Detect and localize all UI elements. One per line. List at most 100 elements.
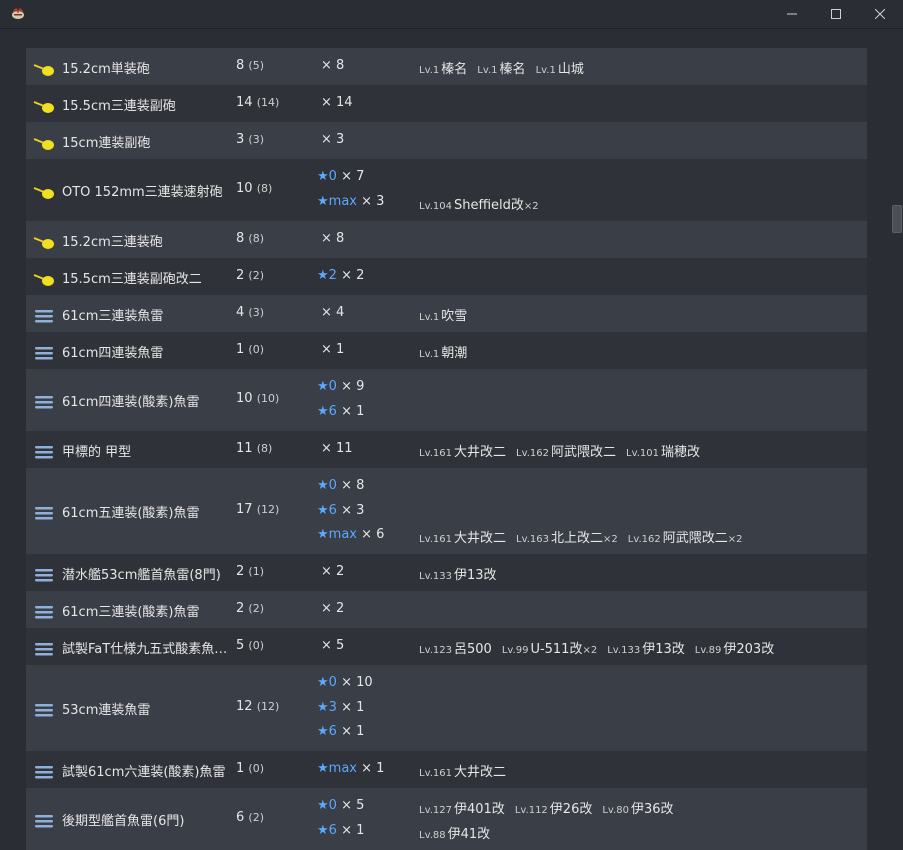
equipment-name: 15cm連装副砲: [62, 135, 151, 151]
ship-entry: Lv.161 大井改二: [419, 441, 506, 460]
ship-name: 朝潮: [441, 345, 468, 361]
ship-level: Lv.1: [477, 64, 498, 76]
ship-entry: Lv.123 呂500: [419, 638, 492, 657]
ship-name: Sheffield改: [453, 198, 524, 213]
vertical-scrollbar[interactable]: [889, 29, 903, 836]
ship-level: Lv.80: [602, 805, 629, 817]
improvement-level: ★0 × 9: [317, 379, 365, 395]
equipment-row[interactable]: 試製FaT仕様九五式酸素魚… 5 (0) × 5 Lv.123 呂500 Lv.99 U-5…: [26, 628, 867, 665]
improvement-level: × 4: [321, 305, 345, 321]
ship-name: 伊13改: [642, 641, 685, 657]
equipment-count: 8 (8): [236, 230, 264, 246]
equipment-row[interactable]: OTO 152mm三連装速射砲 10 (8) ★0 × 7 ★max × 3 Lv.10…: [26, 159, 867, 221]
improvement-level: ★3 × 1: [317, 699, 365, 715]
star-level: ★0: [317, 379, 337, 395]
gun-yellow-icon: [32, 234, 56, 250]
equipment-row[interactable]: 後期型艦首魚雷(6門) 6 (2) ★0 × 5 ★6 × 1 Lv.127 伊401改 L…: [26, 788, 867, 850]
equipment-row[interactable]: 潜水艦53cm艦首魚雷(8門) 2 (1) × 2 Lv.133 伊13改: [26, 554, 867, 591]
equipment-row[interactable]: 試製61cm六連装(酸素)魚雷 1 (0) ★max × 1 Lv.161 大井改二: [26, 751, 867, 788]
ship-level: Lv.162: [627, 534, 661, 546]
held-count: (12): [256, 700, 280, 713]
equipment-count: 17 (12): [236, 502, 280, 517]
equipment-row[interactable]: 15.5cm三連装副砲改二 2 (2) ★2 × 2: [26, 258, 867, 295]
equipment-count: 2 (2): [236, 267, 264, 283]
ship-multiplier: ×2: [603, 534, 618, 546]
equipment-count: 12 (12): [236, 699, 280, 714]
improvement-level: × 11: [321, 441, 353, 457]
ship-entry: Lv.161 大井改二: [419, 527, 506, 546]
equipment-row[interactable]: 53cm連装魚雷 12 (12) ★0 × 10 ★3 × 1 ★6 × 1: [26, 665, 867, 751]
held-count: (3): [248, 305, 264, 319]
equipment-row[interactable]: 15cm連装副砲 3 (3) × 3: [26, 122, 867, 159]
equipment-row[interactable]: 61cm五連装(酸素)魚雷 17 (12) ★0 × 8 ★6 × 3 ★max × 6…: [26, 468, 867, 554]
ship-level: Lv.161: [419, 447, 452, 459]
equipment-count: 8 (5): [236, 57, 264, 73]
equipment-row[interactable]: 15.2cm単装砲 8 (5) × 8 Lv.1 榛名 Lv.1 榛名 Lv.1 山城: [26, 48, 867, 85]
improvement-level: ★6 × 1: [317, 404, 365, 419]
equipment-row[interactable]: 61cm三連装(酸素)魚雷 2 (2) × 2: [26, 591, 867, 628]
held-count: (14): [256, 95, 280, 109]
torpedo-icon: [32, 308, 56, 324]
ship-entry: Lv.104 Sheffield改×2: [419, 194, 539, 213]
equipment-row[interactable]: 15.2cm三連装砲 8 (8) × 8: [26, 221, 867, 258]
improvement-level: ★2 × 2: [317, 268, 365, 284]
minimize-button[interactable]: [772, 0, 812, 28]
equipment-count: 4 (3): [236, 304, 264, 320]
ship-level: Lv.162: [516, 447, 549, 459]
ship-entry: Lv.1 榛名: [477, 58, 525, 77]
improvement-level: ★max × 3: [317, 194, 385, 209]
ship-name: 大井改二: [453, 444, 506, 460]
star-level: ★0: [317, 674, 337, 690]
equipment-count: 10 (8): [236, 181, 273, 196]
ship-entry: Lv.1 山城: [536, 58, 584, 77]
ship-level: Lv.133: [419, 570, 452, 582]
equipment-name: 61cm四連装(酸素)魚雷: [62, 395, 200, 410]
held-count: (1): [248, 564, 264, 578]
ship-level: Lv.161: [419, 767, 452, 779]
torpedo-icon: [32, 345, 56, 361]
ship-name: U-511改: [530, 641, 583, 657]
improvement-level: × 2: [321, 601, 345, 617]
ship-level: Lv.104: [419, 201, 452, 212]
equipment-count: 5 (0): [236, 637, 264, 653]
ship-level: Lv.161: [419, 534, 452, 546]
maximize-button[interactable]: [816, 0, 856, 28]
close-icon: [875, 9, 885, 19]
torpedo-icon: [32, 505, 56, 521]
scrollbar-thumb[interactable]: [892, 205, 902, 233]
equipment-row[interactable]: 61cm四連装魚雷 1 (0) × 1 Lv.1 朝潮: [26, 332, 867, 369]
star-level: ★max: [317, 761, 357, 777]
held-count: (2): [248, 268, 264, 282]
ship-list: Lv.1 榛名 Lv.1 榛名 Lv.1 山城: [419, 58, 584, 77]
equipment-name: 試製61cm六連装(酸素)魚雷: [62, 764, 226, 780]
ship-name: 北上改二: [550, 531, 603, 547]
torpedo-icon: [32, 764, 56, 780]
equipment-count: 2 (2): [236, 600, 264, 616]
equipment-row[interactable]: 61cm三連装魚雷 4 (3) × 4 Lv.1 吹雪: [26, 295, 867, 332]
star-level: ★0: [317, 169, 337, 185]
ship-level: Lv.1: [535, 64, 556, 76]
equipment-name: 61cm三連装(酸素)魚雷: [62, 604, 200, 620]
held-count: (0): [248, 761, 264, 775]
ship-name: 伊13改: [453, 567, 497, 583]
equipment-count: 10 (10): [236, 391, 280, 406]
equipment-row[interactable]: 甲標的 甲型 11 (8) × 11 Lv.161 大井改二 Lv.162 阿武隈改二 Lv.…: [26, 431, 867, 468]
equipment-name: 15.2cm三連装砲: [62, 234, 163, 250]
ship-name: 大井改二: [453, 764, 506, 780]
ship-list: Lv.104 Sheffield改×2: [419, 194, 539, 213]
equipment-row[interactable]: 15.5cm三連装副砲 14 (14) × 14: [26, 85, 867, 122]
equipment-count: 1 (0): [236, 760, 264, 776]
ship-name: 伊401改: [453, 802, 505, 818]
ship-level: Lv.163: [516, 534, 549, 546]
ship-name: 吹雪: [441, 308, 468, 324]
torpedo-icon: [32, 604, 56, 620]
improvement-level: ★max × 1: [317, 761, 385, 777]
ship-entry: Lv.162 阿武隈改二×2: [628, 527, 743, 546]
ship-level: Lv.1: [419, 348, 440, 360]
equipment-row[interactable]: 61cm四連装(酸素)魚雷 10 (10) ★0 × 9 ★6 × 1: [26, 369, 867, 431]
ship-level: Lv.133: [607, 644, 641, 656]
torpedo-icon: [32, 641, 56, 657]
equipment-name: OTO 152mm三連装速射砲: [62, 185, 223, 200]
gun-yellow-icon: [32, 184, 56, 200]
close-button[interactable]: [860, 0, 900, 28]
